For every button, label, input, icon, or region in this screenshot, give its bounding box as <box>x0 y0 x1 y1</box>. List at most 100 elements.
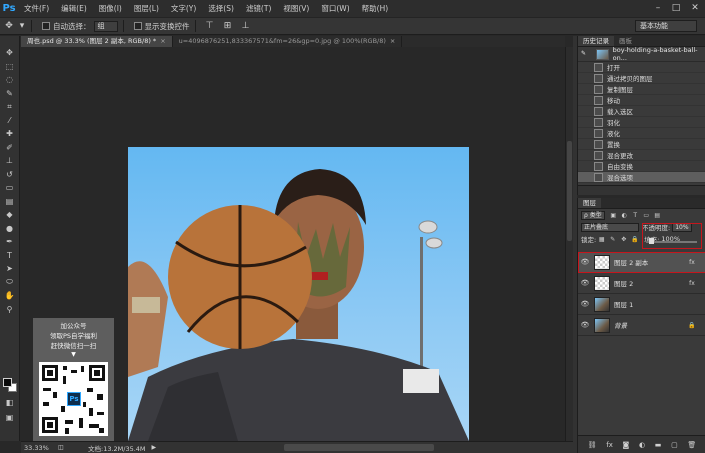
layer-row[interactable]: 👁 图层 1 <box>578 294 705 315</box>
adjustment-filter-icon[interactable]: ◐ <box>620 211 628 219</box>
blend-mode-dropdown[interactable]: 正片叠底 <box>581 222 639 232</box>
eraser-tool-icon[interactable]: ▭ <box>2 181 18 195</box>
history-item[interactable]: 移动 <box>578 95 705 106</box>
layer-row[interactable]: 👁 背景 🔒 <box>578 315 705 336</box>
layer-name[interactable]: 图层 1 <box>614 299 688 309</box>
brush-source-icon[interactable] <box>581 63 590 72</box>
chevron-down-icon[interactable]: ▾ <box>18 19 26 33</box>
quick-mask-icon[interactable]: ◧ <box>2 396 18 410</box>
align-bottom-icon[interactable]: ⊥ <box>237 19 255 33</box>
align-top-icon[interactable]: ⊤ <box>201 19 219 33</box>
eye-icon[interactable]: 👁 <box>580 300 590 308</box>
auto-select-checkbox[interactable] <box>42 22 50 30</box>
history-item[interactable]: 混合选项 <box>578 172 705 183</box>
effects-icon[interactable]: fx <box>688 259 696 266</box>
history-snapshot[interactable]: ✎ boy-holding-a-basket-ball-on... <box>578 46 705 62</box>
menu-window[interactable]: 窗口(W) <box>315 3 355 14</box>
eye-icon[interactable]: 👁 <box>580 258 590 266</box>
menu-file[interactable]: 文件(F) <box>18 3 55 14</box>
eye-icon[interactable]: 👁 <box>580 321 590 329</box>
menu-view[interactable]: 视图(V) <box>277 3 315 14</box>
maximize-button[interactable]: □ <box>669 2 683 14</box>
lock-pixels-icon[interactable]: ▦ <box>598 235 606 243</box>
minimize-button[interactable]: – <box>651 2 665 14</box>
hand-tool-icon[interactable]: ✋ <box>2 289 18 303</box>
menu-image[interactable]: 图像(I) <box>93 3 128 14</box>
layer-name[interactable]: 图层 2 <box>614 278 688 288</box>
pen-tool-icon[interactable]: ✒ <box>2 235 18 249</box>
history-item[interactable]: 自由变换 <box>578 161 705 172</box>
tab-artboard[interactable]: 画板 <box>614 36 637 46</box>
brush-source-icon[interactable] <box>581 85 590 94</box>
show-transform-checkbox[interactable] <box>133 22 142 30</box>
brush-source-icon[interactable] <box>581 118 590 127</box>
auto-select-dropdown[interactable]: 组 <box>93 20 118 32</box>
history-item[interactable]: 载入选区 <box>578 106 705 117</box>
close-button[interactable]: ✕ <box>688 2 702 14</box>
quick-select-tool-icon[interactable]: ✎ <box>2 87 18 101</box>
layer-row[interactable]: 👁 图层 2 副本 fx <box>578 252 705 273</box>
scroll-thumb[interactable] <box>567 141 572 241</box>
canvas-area[interactable]: 加公众号 领取PS自学福利 赶快微信扫一扫 ▼ Ps <box>21 47 565 441</box>
history-item[interactable]: 混合更改 <box>578 150 705 161</box>
brush-source-icon[interactable] <box>581 129 590 138</box>
arrow-right-icon[interactable]: ▶ <box>152 444 157 451</box>
healing-brush-icon[interactable]: ✚ <box>2 127 18 141</box>
history-brush-icon[interactable]: ↺ <box>2 168 18 182</box>
path-select-icon[interactable]: ➤ <box>2 262 18 276</box>
type-filter-icon[interactable]: T <box>631 211 639 219</box>
lock-position-icon[interactable]: ✥ <box>620 235 628 243</box>
marquee-tool-icon[interactable]: ⬚ <box>2 60 18 74</box>
type-tool-icon[interactable]: T <box>2 249 18 263</box>
lock-all-icon[interactable]: 🔒 <box>631 235 639 243</box>
smart-object-filter-icon[interactable]: ▤ <box>653 211 661 219</box>
gradient-tool-icon[interactable]: ▤ <box>2 195 18 209</box>
eye-icon[interactable]: 👁 <box>580 279 590 287</box>
pixel-filter-icon[interactable]: ▣ <box>609 211 617 219</box>
brush-source-icon[interactable] <box>581 162 590 171</box>
fx-icon[interactable]: fx <box>606 441 613 449</box>
zoom-tool-icon[interactable]: ⚲ <box>2 303 18 317</box>
tab-layers[interactable]: 图层 <box>578 198 601 208</box>
filter-kind-dropdown[interactable]: ρ 类型 <box>581 210 605 220</box>
shape-filter-icon[interactable]: ▭ <box>642 211 650 219</box>
menu-edit[interactable]: 编辑(E) <box>55 3 93 14</box>
menu-layer[interactable]: 图层(L) <box>128 3 165 14</box>
opacity-slider-thumb[interactable] <box>649 238 654 244</box>
history-item[interactable]: 羽化 <box>578 117 705 128</box>
crop-tool-icon[interactable]: ⌗ <box>2 100 18 114</box>
brush-source-icon[interactable] <box>581 173 590 182</box>
close-icon[interactable]: × <box>160 37 165 45</box>
close-icon[interactable]: × <box>390 37 395 45</box>
link-icon[interactable]: ⛓ <box>588 441 597 449</box>
folder-icon[interactable]: ▬ <box>655 441 662 449</box>
tab-history[interactable]: 历史记录 <box>578 36 614 46</box>
lock-paint-icon[interactable]: ✎ <box>609 235 617 243</box>
new-layer-icon[interactable]: ▢ <box>671 441 678 449</box>
menu-select[interactable]: 选择(S) <box>202 3 240 14</box>
brush-source-icon[interactable] <box>581 140 590 149</box>
brush-source-icon[interactable] <box>581 74 590 83</box>
tab-document-jpg[interactable]: u=4096876251,833367571&fm=26&gp=0.jpg @ … <box>172 36 403 47</box>
layer-name[interactable]: 背景 <box>614 320 688 330</box>
eyedropper-tool-icon[interactable]: ⁄ <box>2 114 18 128</box>
blur-tool-icon[interactable]: ◆ <box>2 208 18 222</box>
lasso-tool-icon[interactable]: ◌ <box>2 73 18 87</box>
layer-row[interactable]: 👁 图层 2 fx <box>578 273 705 294</box>
brush-source-icon[interactable] <box>581 96 590 105</box>
mask-icon[interactable]: ◙ <box>623 441 630 449</box>
history-item[interactable]: 通过拷贝的图层 <box>578 73 705 84</box>
trash-icon[interactable]: 🗑 <box>687 441 696 449</box>
adjustment-icon[interactable]: ◐ <box>639 441 645 449</box>
opacity-slider-track[interactable] <box>647 241 697 243</box>
shape-tool-icon[interactable]: ⬭ <box>2 276 18 290</box>
move-tool-icon[interactable]: ✥ <box>2 46 18 60</box>
history-item[interactable]: 液化 <box>578 128 705 139</box>
zoom-level[interactable]: 33.33% <box>24 444 52 452</box>
workspace-switcher[interactable]: 基本功能 <box>635 20 697 32</box>
brush-tool-icon[interactable]: ✐ <box>2 141 18 155</box>
dodge-tool-icon[interactable]: ● <box>2 222 18 236</box>
menu-type[interactable]: 文字(Y) <box>165 3 202 14</box>
foreground-color-swatch[interactable] <box>3 378 12 387</box>
brush-source-icon[interactable] <box>581 151 590 160</box>
